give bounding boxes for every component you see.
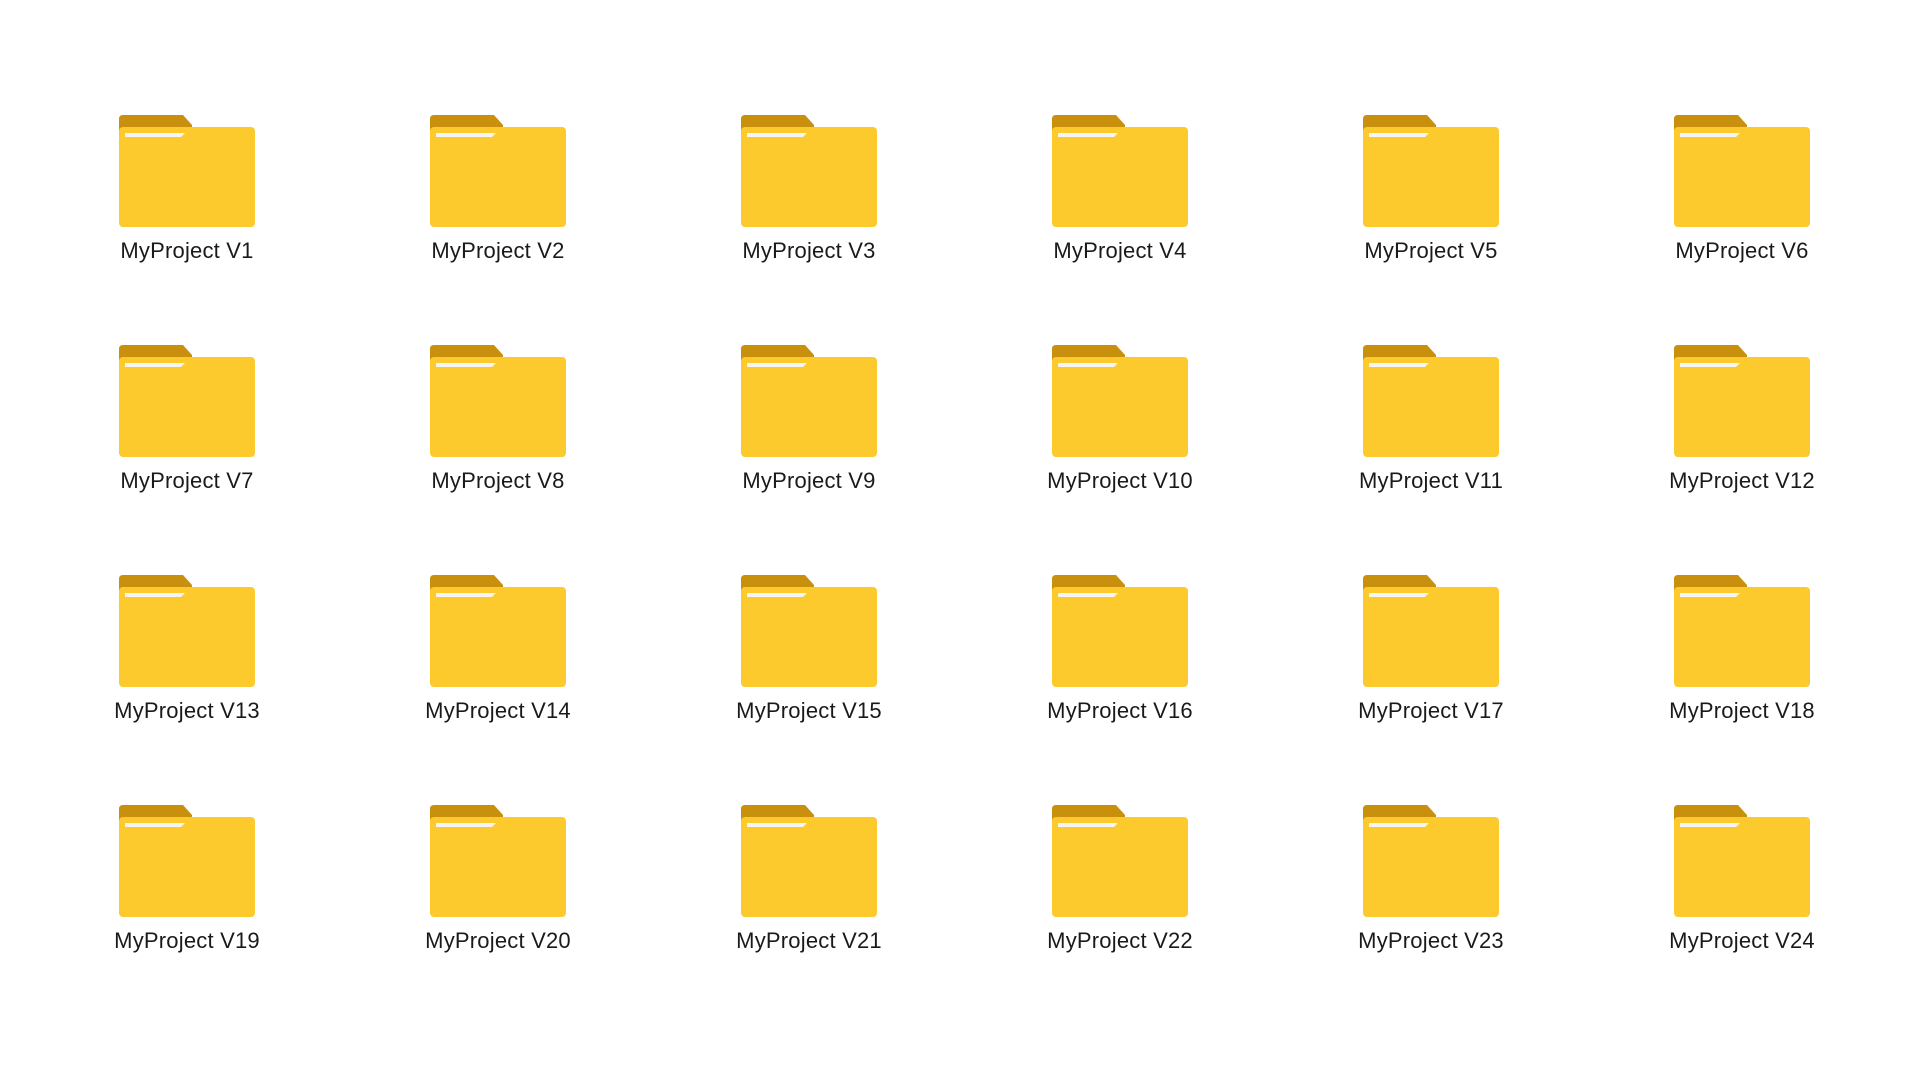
folder-label: MyProject V7 xyxy=(120,468,254,493)
folder-label: MyProject V18 xyxy=(1669,698,1815,723)
folder-item[interactable]: MyProject V4 xyxy=(992,115,1248,308)
folder-label: MyProject V23 xyxy=(1358,928,1504,953)
folder-icon xyxy=(1363,805,1499,917)
folder-label: MyProject V11 xyxy=(1358,468,1504,493)
folder-item[interactable]: MyProject V5 xyxy=(1303,115,1559,308)
folder-item[interactable]: MyProject V14 xyxy=(370,575,626,768)
folder-item[interactable]: MyProject V20 xyxy=(370,805,626,998)
folder-item[interactable]: MyProject V6 xyxy=(1614,115,1870,308)
folder-label: MyProject V19 xyxy=(114,928,260,953)
folder-item[interactable]: MyProject V21 xyxy=(681,805,937,998)
folder-icon xyxy=(741,345,877,457)
folder-label: MyProject V8 xyxy=(431,468,565,493)
folder-icon xyxy=(119,345,255,457)
folder-label: MyProject V21 xyxy=(736,928,882,953)
folder-icon xyxy=(741,805,877,917)
folder-label: MyProject V3 xyxy=(742,238,876,263)
folder-item[interactable]: MyProject V13 xyxy=(59,575,315,768)
folder-icon xyxy=(741,575,877,687)
folder-icon xyxy=(119,805,255,917)
folder-icon xyxy=(741,115,877,227)
folder-label: MyProject V12 xyxy=(1669,468,1815,493)
folder-item[interactable]: MyProject V15 xyxy=(681,575,937,768)
folder-item[interactable]: MyProject V8 xyxy=(370,345,626,538)
folder-label: MyProject V14 xyxy=(425,698,571,723)
folder-label: MyProject V6 xyxy=(1675,238,1809,263)
folder-item[interactable]: MyProject V18 xyxy=(1614,575,1870,768)
folder-icon xyxy=(1363,345,1499,457)
folder-item[interactable]: MyProject V22 xyxy=(992,805,1248,998)
folder-label: MyProject V22 xyxy=(1047,928,1193,953)
folder-icon xyxy=(1363,575,1499,687)
folder-icon xyxy=(1052,575,1188,687)
folder-item[interactable]: MyProject V1 xyxy=(59,115,315,308)
folder-label: MyProject V24 xyxy=(1669,928,1815,953)
folder-item[interactable]: MyProject V2 xyxy=(370,115,626,308)
folder-label: MyProject V13 xyxy=(114,698,260,723)
folder-icon xyxy=(430,805,566,917)
folder-item[interactable]: MyProject V7 xyxy=(59,345,315,538)
folder-icon xyxy=(1674,345,1810,457)
folder-icon xyxy=(119,575,255,687)
folder-label: MyProject V5 xyxy=(1364,238,1498,263)
folder-label: MyProject V9 xyxy=(742,468,876,493)
folder-item[interactable]: MyProject V23 xyxy=(1303,805,1559,998)
folder-label: MyProject V16 xyxy=(1047,698,1193,723)
folder-icon xyxy=(430,345,566,457)
folder-label: MyProject V15 xyxy=(736,698,882,723)
folder-item[interactable]: MyProject V17 xyxy=(1303,575,1559,768)
folder-item[interactable]: MyProject V16 xyxy=(992,575,1248,768)
folder-item[interactable]: MyProject V10 xyxy=(992,345,1248,538)
folder-grid: MyProject V1 MyProject V2 MyProject V3 M… xyxy=(59,115,1870,998)
folder-icon xyxy=(1674,575,1810,687)
folder-label: MyProject V17 xyxy=(1358,698,1504,723)
folder-icon xyxy=(1052,115,1188,227)
folder-icon xyxy=(1674,115,1810,227)
folder-icon xyxy=(430,115,566,227)
folder-icon xyxy=(1674,805,1810,917)
folder-item[interactable]: MyProject V12 xyxy=(1614,345,1870,538)
folder-label: MyProject V1 xyxy=(120,238,254,263)
folder-icon xyxy=(1052,345,1188,457)
folder-icon xyxy=(119,115,255,227)
folder-item[interactable]: MyProject V9 xyxy=(681,345,937,538)
folder-label: MyProject V4 xyxy=(1053,238,1187,263)
folder-icon xyxy=(430,575,566,687)
folder-item[interactable]: MyProject V19 xyxy=(59,805,315,998)
folder-item[interactable]: MyProject V11 xyxy=(1303,345,1559,538)
folder-item[interactable]: MyProject V3 xyxy=(681,115,937,308)
folder-icon xyxy=(1052,805,1188,917)
folder-icon xyxy=(1363,115,1499,227)
folder-item[interactable]: MyProject V24 xyxy=(1614,805,1870,998)
folder-label: MyProject V2 xyxy=(431,238,565,263)
folder-label: MyProject V10 xyxy=(1047,468,1193,493)
folder-label: MyProject V20 xyxy=(425,928,571,953)
